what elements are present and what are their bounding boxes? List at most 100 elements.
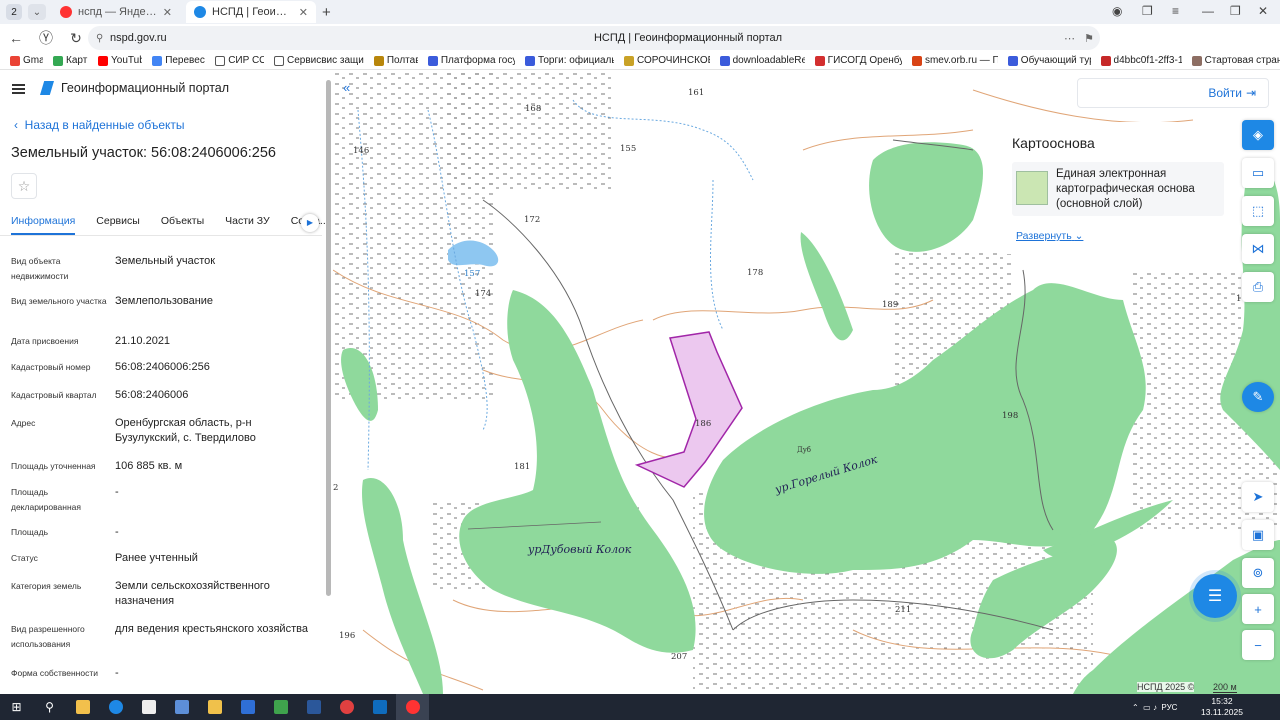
print-button[interactable]: ⎙ (1242, 272, 1274, 302)
more-icon[interactable]: ⋯ (1064, 32, 1075, 45)
share-button[interactable]: ⋈ (1242, 234, 1274, 264)
bookmark-sorochinskoe[interactable]: СОРОЧИНСКОЕ ... (624, 55, 710, 66)
bookmark-d4bbc0f1[interactable]: d4bbc0f1-2ff3-11... (1100, 55, 1182, 66)
bookmark-poltava[interactable]: Полтава (373, 55, 418, 66)
browser-tab-nspd[interactable]: НСПД | Геоинформацио ✕ (186, 1, 316, 23)
translate-icon (152, 55, 163, 66)
lock-icon: ⚲ (96, 32, 104, 44)
taskbar-app-gis[interactable] (264, 694, 297, 720)
favorite-star-icon[interactable]: ☆ (11, 173, 37, 199)
basemap-layer-item[interactable]: Единая электронная картографическая осно… (1012, 162, 1224, 216)
tabs-scroll-right-icon[interactable]: ▶ (301, 214, 319, 232)
taskbar-app-explorer[interactable] (66, 694, 99, 720)
ruler-button[interactable]: ▭ (1242, 158, 1274, 188)
elevation-label: 2 (333, 483, 339, 493)
bookmark-start-page[interactable]: Стартовая страни... (1191, 55, 1280, 66)
page-icon (273, 55, 284, 66)
login-icon: ⇥ (1245, 86, 1256, 100)
folder-icon (75, 700, 90, 714)
zoom-out-button[interactable]: − (1242, 630, 1274, 660)
bookmark-training-tour[interactable]: Обучающий тур ... (1007, 55, 1091, 66)
tab-close-icon[interactable]: ✕ (163, 6, 172, 19)
taskbar-app-edge[interactable] (99, 694, 132, 720)
url-field[interactable]: ⚲ nspd.gov.ru НСПД | Геоинформационный п… (88, 26, 1100, 50)
minimize-icon[interactable]: — (1202, 4, 1214, 18)
bookmark-smev[interactable]: smev.orb.ru — По... (911, 55, 998, 66)
tab-list-dropdown-icon[interactable]: ⌄ (28, 4, 46, 20)
taskbar-app-word[interactable] (297, 694, 330, 720)
system-tray[interactable]: ⌃ ▭ ♪ РУС (1132, 694, 1177, 720)
bookmark-service[interactable]: Сервисвис защищ... (273, 55, 364, 66)
yandex-browser-icon (405, 700, 420, 714)
taskbar-app-mail[interactable] (132, 694, 165, 720)
locate-button[interactable]: ➤ (1242, 482, 1274, 512)
bookmark-torgi[interactable]: Торги: официальн... (525, 55, 614, 66)
tab-land-parts[interactable]: Части ЗУ (225, 208, 270, 235)
bookmark-downloadable[interactable]: downloadableRes... (719, 55, 805, 66)
chat-button[interactable]: ☰ (1193, 574, 1237, 618)
browser-tab-yandex[interactable]: нспд — Яндекс: нашлось ✕ (52, 1, 180, 23)
collections-icon[interactable]: ❐ (1142, 4, 1153, 18)
taskbar-app-outlook[interactable] (363, 694, 396, 720)
new-tab-plus-icon[interactable]: + (322, 4, 331, 21)
taskbar-app-chrome[interactable] (330, 694, 363, 720)
hamburger-menu-icon[interactable] (12, 84, 25, 94)
bookmark-gmail[interactable]: Gmail (10, 55, 43, 66)
youtube-icon (98, 55, 109, 66)
back-arrow-icon[interactable]: ← (4, 30, 28, 46)
zoom-in-button[interactable]: + (1242, 594, 1274, 624)
tab-information[interactable]: Информация (11, 208, 76, 235)
tab-count-button[interactable]: 2 (6, 4, 22, 20)
minimap-button[interactable]: ▣ (1242, 520, 1274, 550)
taskbar-app-blue[interactable] (231, 694, 264, 720)
map-canvas[interactable]: 168 161 146 155 172 157 174 178 189 176 … (333, 70, 1280, 694)
select-area-button[interactable]: ⬚ (1242, 196, 1274, 226)
tab-close-icon[interactable]: ✕ (299, 6, 308, 19)
taskbar-app-store[interactable] (198, 694, 231, 720)
bookmark-translate[interactable]: Перевести (152, 55, 205, 66)
minimap-icon: ▣ (1251, 527, 1265, 542)
browser-address-bar: ← Ⓨ ↻ ⚲ nspd.gov.ru НСПД | Геоинформацио… (0, 24, 1280, 69)
map-assistant-button[interactable]: ✎ (1242, 382, 1274, 412)
bookmark-youtube[interactable]: YouTube (98, 55, 142, 66)
reload-icon[interactable]: ↻ (64, 30, 88, 47)
tab-services[interactable]: Сервисы (96, 208, 140, 235)
location-search-button[interactable]: ⊚ (1242, 558, 1274, 588)
back-to-results-link[interactable]: ‹ Назад в найденные объекты (14, 118, 185, 132)
ruler-icon: ▭ (1251, 165, 1265, 180)
volume-icon: ♪ (1152, 702, 1157, 712)
tab-objects[interactable]: Объекты (161, 208, 204, 235)
menu-icon[interactable]: ≡ (1172, 4, 1179, 18)
panel-scrollbar[interactable] (326, 80, 331, 596)
yandex-logo-icon[interactable]: Ⓨ (34, 28, 58, 48)
chevron-down-icon: ⌄ (1074, 230, 1084, 242)
app-icon (240, 700, 255, 714)
collapse-panel-icon[interactable]: « (343, 80, 350, 95)
clock[interactable]: 15:32 13.11.2025 (1198, 696, 1246, 718)
select-area-icon: ⬚ (1251, 203, 1265, 218)
object-tabs: Информация Сервисы Объекты Части ЗУ Сост… (0, 208, 329, 236)
app-icon (174, 700, 189, 714)
close-window-icon[interactable]: ✕ (1258, 4, 1268, 18)
profile-icon[interactable]: ◉ (1112, 4, 1122, 18)
elevation-label: 155 (620, 144, 637, 154)
object-info-panel: Геоинформационный портал ‹ Назад в найде… (0, 70, 333, 694)
bookmark-icon[interactable]: ⚑ (1084, 32, 1094, 45)
basemap-thumbnail (1016, 171, 1048, 205)
maximize-icon[interactable]: ❐ (1230, 4, 1241, 18)
bookmark-gos-platform[interactable]: Платформа госуд... (427, 55, 515, 66)
taskbar-app-tool[interactable] (165, 694, 198, 720)
app-icon (339, 700, 354, 714)
elevation-label: 161 (688, 88, 705, 98)
layers-button[interactable]: ◈ (1242, 120, 1274, 150)
login-button[interactable]: Войти ⇥ (1077, 78, 1269, 108)
bookmark-gisogd[interactable]: ГИСОГД Оренбур... (814, 55, 902, 66)
search-button[interactable]: ⚲ (33, 694, 66, 720)
language-indicator: РУС (1161, 702, 1178, 712)
taskbar-app-yandex-browser[interactable] (396, 694, 429, 720)
start-button[interactable]: ⊞ (0, 694, 33, 720)
expand-link[interactable]: Развернуть ⌄ (1016, 230, 1083, 242)
place-label: Дуб (797, 446, 812, 454)
bookmark-maps[interactable]: Карты (53, 55, 88, 66)
bookmark-sir-sou[interactable]: СИР СОУ (215, 55, 264, 66)
